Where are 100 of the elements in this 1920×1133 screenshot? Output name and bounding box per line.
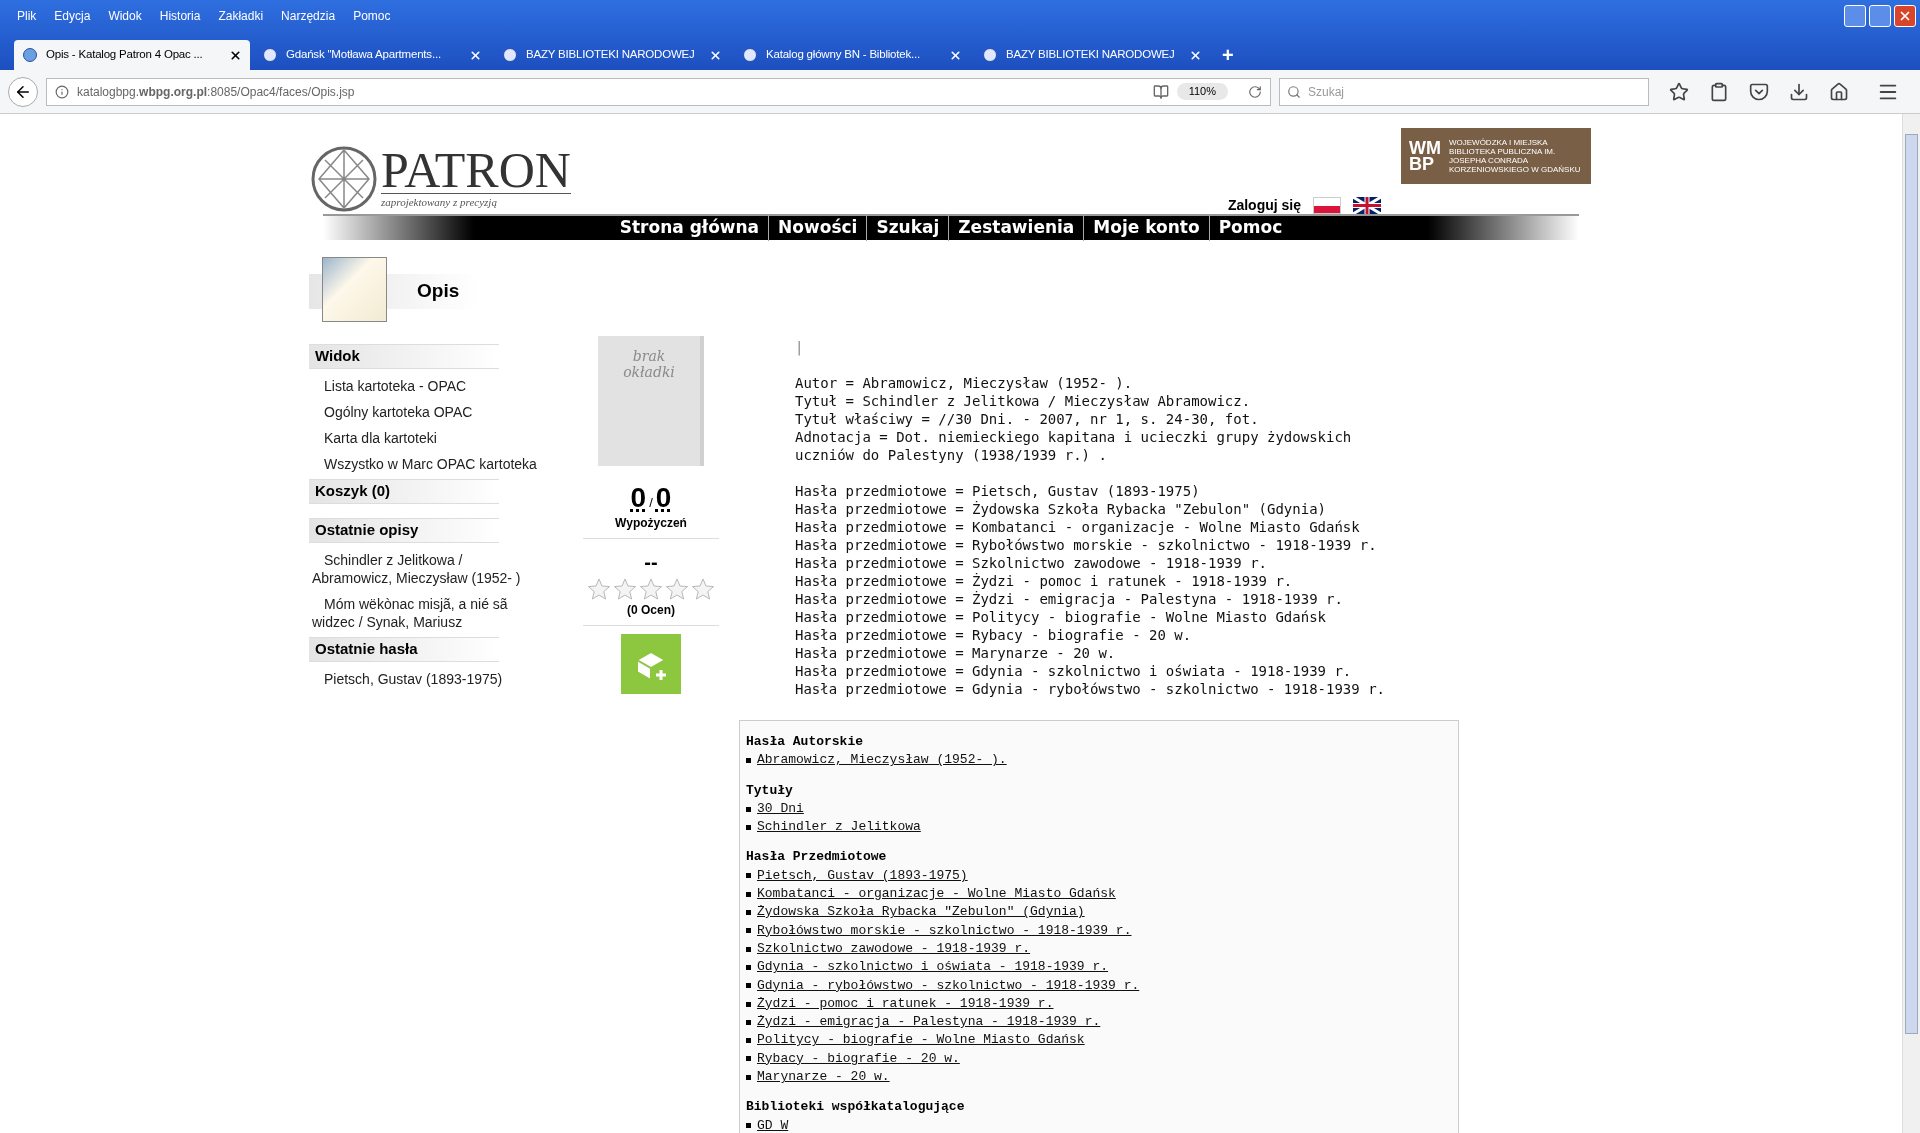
back-button[interactable] bbox=[8, 76, 38, 107]
subject-line: Hasła przedmiotowe = Żydzi - emigracja - Palestyna - 1918-1939 r. bbox=[795, 590, 1343, 608]
group-heading: Biblioteki współkatalogujące bbox=[746, 1098, 965, 1117]
browser-tab[interactable]: Opis - Katalog Patron 4 Opac ... bbox=[14, 40, 250, 70]
close-icon[interactable] bbox=[469, 48, 482, 62]
subject-link[interactable]: Żydowska Szkoła Rybacka "Zebulon" (Gdynia) bbox=[757, 903, 1085, 922]
subject-link[interactable]: Gdynia - szkolnictwo i oświata - 1918-1939 r. bbox=[757, 958, 1109, 977]
minimize-icon[interactable] bbox=[1844, 5, 1866, 27]
pocket-icon[interactable] bbox=[1749, 81, 1769, 102]
sidebar-link[interactable]: Móm wëkònac misjã, a nié sã widzec / Synak, Mariusz bbox=[309, 595, 541, 631]
star-icon[interactable] bbox=[691, 577, 715, 601]
menu-item[interactable]: Zakładki bbox=[209, 7, 273, 25]
reload-icon[interactable] bbox=[1248, 84, 1262, 99]
sidebar-link[interactable]: Wszystko w Marc OPAC kartoteka bbox=[309, 455, 541, 473]
bullet-icon bbox=[746, 1038, 751, 1044]
subject-link[interactable]: Pietsch, Gustav (1893-1975) bbox=[757, 866, 968, 886]
new-tab-button[interactable]: + bbox=[1214, 40, 1242, 70]
star-icon[interactable] bbox=[613, 577, 637, 601]
subject-link[interactable]: GD W bbox=[757, 1116, 789, 1133]
subject-line: Hasła przedmiotowe = Politycy - biografie - Wolne Miasto Gdańsk bbox=[795, 608, 1326, 626]
menu-item[interactable]: Edycja bbox=[45, 7, 100, 25]
bullet-icon bbox=[746, 1001, 751, 1007]
subject-link[interactable]: Politycy - biografie - Wolne Miasto Gdańsk bbox=[757, 1031, 1085, 1050]
star-icon[interactable] bbox=[587, 577, 611, 601]
subject-link[interactable]: Rybacy - biografie - 20 w. bbox=[757, 1049, 960, 1069]
diamond-logo-icon bbox=[311, 146, 377, 212]
group-heading: Hasła Przedmiotowe bbox=[746, 848, 887, 867]
subject-link[interactable]: Abramowicz, Mieczysław (1952- ). bbox=[757, 751, 1007, 770]
nav-link[interactable]: Zestawienia bbox=[948, 215, 1084, 241]
menu-item[interactable]: Widok bbox=[99, 7, 151, 25]
close-icon[interactable] bbox=[949, 48, 962, 62]
bullet-icon bbox=[746, 757, 751, 763]
subject-link[interactable]: Kombatanci - organizacje - Wolne Miasto Gdańsk bbox=[757, 885, 1116, 904]
browser-tab[interactable]: BAZY BIBLIOTEKI NARODOWEJ bbox=[974, 40, 1210, 70]
menu-item[interactable]: Pomoc bbox=[344, 7, 400, 25]
subject-link[interactable]: Rybołówstwo morskie - szkolnictwo - 1918-1939 r. bbox=[757, 921, 1132, 940]
text-cursor: | bbox=[795, 338, 804, 356]
menu-item[interactable]: Narzędzia bbox=[272, 7, 345, 25]
section-heading: Ostatnie opisy bbox=[309, 518, 499, 543]
bullet-icon bbox=[746, 983, 751, 989]
bookmark-icon[interactable] bbox=[1669, 81, 1689, 102]
menu-item[interactable]: Plik bbox=[8, 7, 46, 25]
scrollbar[interactable] bbox=[1902, 114, 1920, 1133]
sidebar-link[interactable]: Karta dla kartoteki bbox=[309, 429, 541, 447]
separator: / bbox=[649, 493, 653, 512]
nav-link[interactable]: Nowości bbox=[768, 215, 867, 241]
zoom-level[interactable]: 110% bbox=[1176, 83, 1228, 100]
subject-link[interactable]: 30 Dni bbox=[757, 799, 804, 819]
sidebar-link[interactable]: Ogólny kartoteka OPAC bbox=[309, 403, 541, 421]
login-link[interactable]: Zaloguj się bbox=[1227, 195, 1301, 216]
restore-icon[interactable] bbox=[1869, 5, 1891, 27]
menu-item[interactable]: Historia bbox=[150, 7, 210, 25]
record-line: Tytuł właściwy = //30 Dni. - 2007, nr 1, s. 24-30, fot. bbox=[795, 410, 1260, 428]
sidebar-link[interactable]: Lista kartoteka - OPAC bbox=[309, 377, 541, 395]
section-heading: Widok bbox=[309, 344, 499, 369]
bullet-icon bbox=[746, 891, 751, 897]
page-title: Opis bbox=[417, 279, 460, 304]
subject-line: Hasła przedmiotowe = Kombatanci - organizacje - Wolne Miasto Gdańsk bbox=[795, 518, 1360, 536]
bullet-icon bbox=[746, 824, 751, 830]
star-rating[interactable] bbox=[587, 577, 715, 601]
browser-tab[interactable]: Katalog główny BN - Bibliotek... bbox=[734, 40, 970, 70]
nav-link[interactable]: Szukaj bbox=[866, 215, 949, 241]
uk-flag-icon[interactable] bbox=[1353, 197, 1381, 214]
clipboard-icon[interactable] bbox=[1709, 81, 1729, 102]
search-icon bbox=[1287, 84, 1301, 99]
info-icon[interactable] bbox=[55, 84, 69, 99]
subject-link[interactable]: Gdynia - rybołówstwo - szkolnictwo - 1918-1939 r. bbox=[757, 976, 1140, 995]
address-field[interactable]: katalogbpg.wbpg.org.pl:8085/Opac4/faces/Opis.jsp 110% bbox=[46, 77, 1271, 106]
nav-link[interactable]: Moje konto bbox=[1083, 215, 1209, 241]
browser-tab[interactable]: BAZY BIBLIOTEKI NARODOWEJ bbox=[494, 40, 730, 70]
sidebar-link[interactable]: Schindler z Jelitkowa / Abramowicz, Mieczysław (1952- ) bbox=[309, 551, 541, 587]
subject-link[interactable]: Żydzi - emigracja - Palestyna - 1918-1939 r. bbox=[757, 1013, 1101, 1032]
subject-link[interactable]: Szkolnictwo zawodowe - 1918-1939 r. bbox=[757, 939, 1031, 959]
close-icon[interactable] bbox=[229, 48, 242, 62]
subject-link[interactable]: Żydzi - pomoc i ratunek - 1918-1939 r. bbox=[757, 994, 1054, 1014]
close-window-icon[interactable] bbox=[1894, 5, 1916, 27]
subject-line: Hasła przedmiotowe = Pietsch, Gustav (1893-1975) bbox=[795, 482, 1200, 500]
close-icon[interactable] bbox=[709, 48, 722, 62]
group-heading: Tytuły bbox=[746, 781, 793, 800]
subject-link[interactable]: Schindler z Jelitkowa bbox=[757, 818, 921, 837]
subject-line: Hasła przedmiotowe = Żydzi - pomoc i ratunek - 1918-1939 r. bbox=[795, 572, 1293, 590]
close-icon[interactable] bbox=[1189, 48, 1202, 62]
search-field[interactable]: Szukaj bbox=[1279, 77, 1649, 106]
reader-view-icon[interactable] bbox=[1152, 83, 1169, 100]
bullet-icon bbox=[746, 946, 751, 952]
subject-line: Hasła przedmiotowe = Gdynia - rybołówstwo - szkolnictwo - 1918-1939 r. bbox=[795, 680, 1385, 698]
star-icon[interactable] bbox=[665, 577, 689, 601]
subject-link[interactable]: Marynarze - 20 w. bbox=[757, 1068, 890, 1087]
logo-tagline: zaprojektowany z precyzją bbox=[381, 193, 571, 211]
download-icon[interactable] bbox=[1789, 81, 1809, 102]
bullet-icon bbox=[746, 964, 751, 970]
group-heading: Hasła Autorskie bbox=[746, 733, 864, 751]
sidebar-link[interactable]: Pietsch, Gustav (1893-1975) bbox=[309, 670, 541, 688]
browser-tab[interactable]: Gdańsk "Motława Apartments... bbox=[254, 40, 490, 70]
nav-link[interactable]: Strona główna bbox=[610, 215, 769, 241]
cover-caption: brak okładki bbox=[622, 348, 676, 380]
nav-link[interactable]: Pomoc bbox=[1208, 215, 1292, 241]
polish-flag-icon[interactable] bbox=[1313, 197, 1341, 214]
star-icon[interactable] bbox=[639, 577, 663, 601]
home-icon[interactable] bbox=[1829, 81, 1849, 102]
